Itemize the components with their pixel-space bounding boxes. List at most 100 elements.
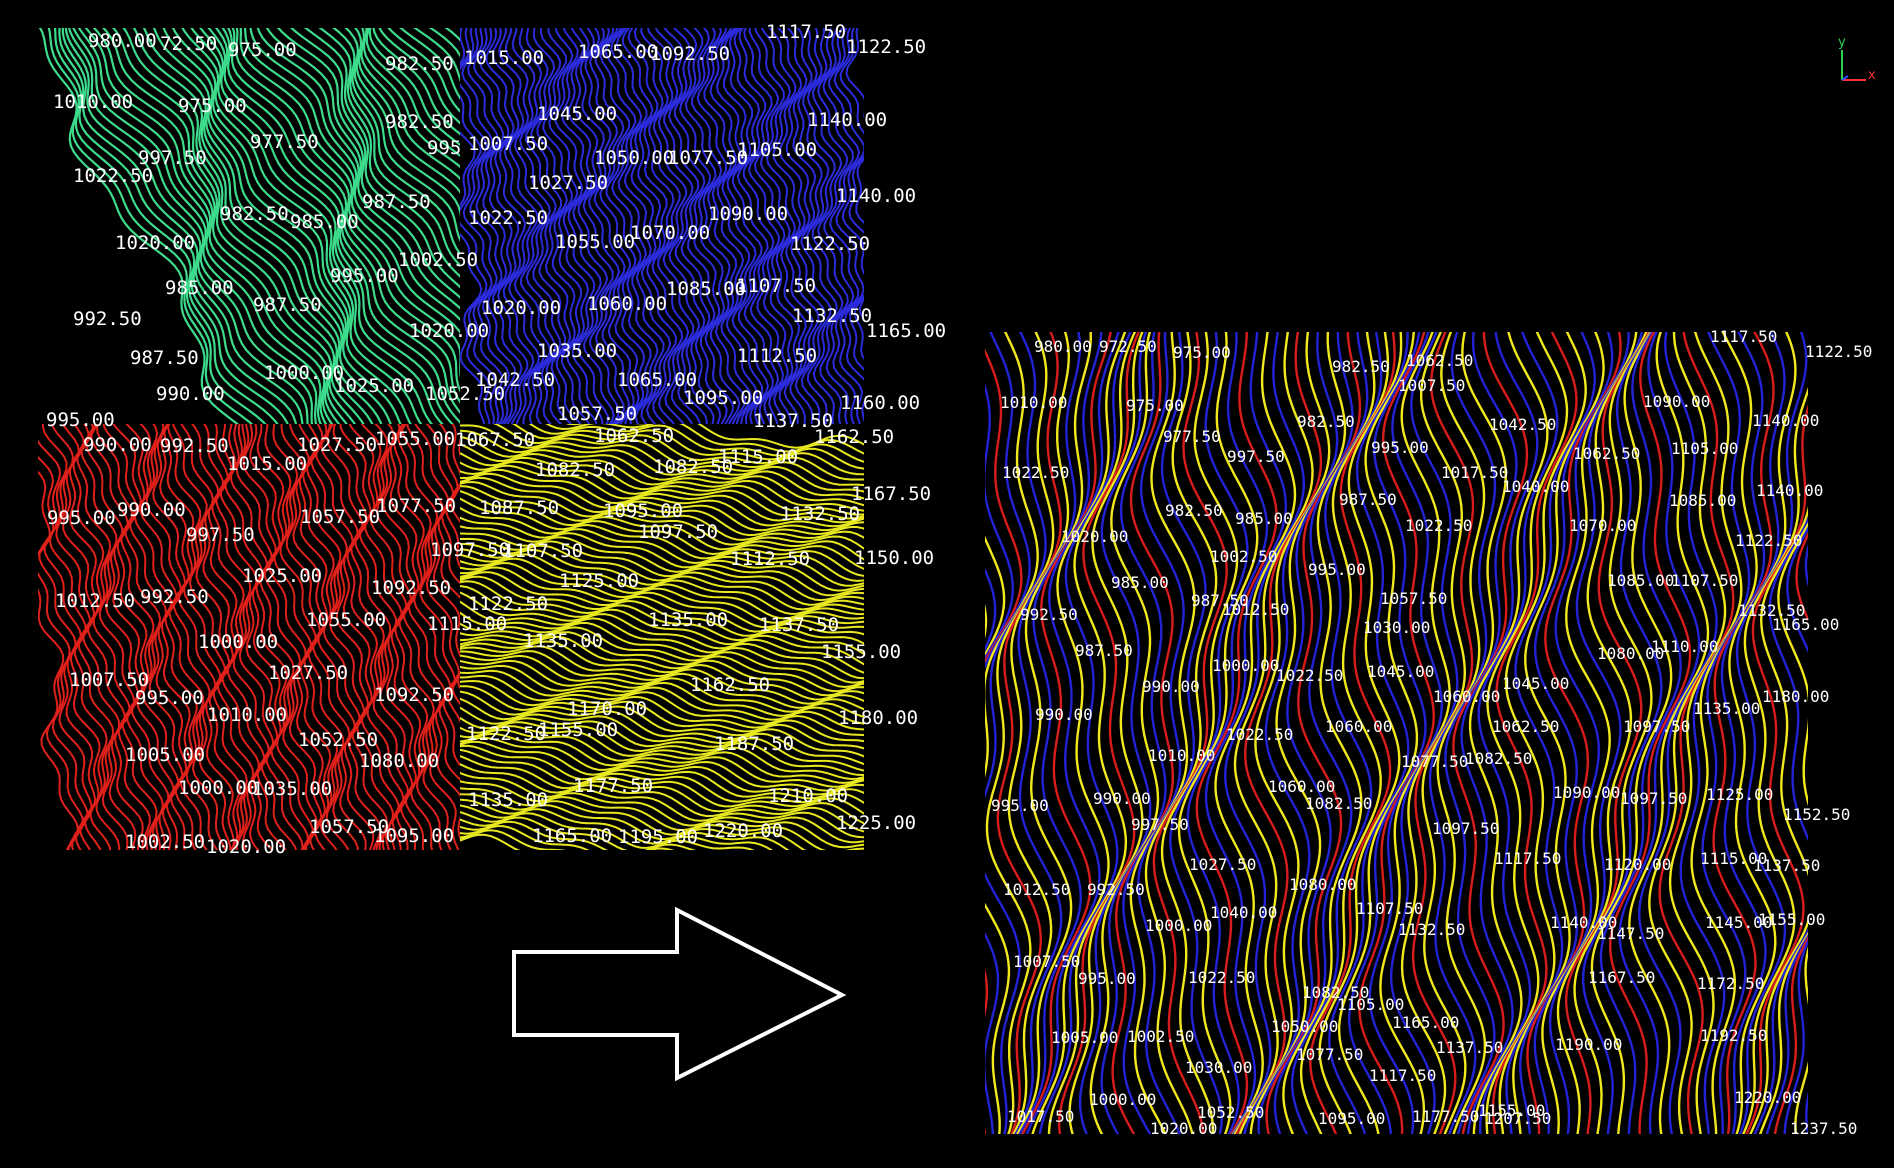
contour-label: 1125.00 <box>559 570 639 592</box>
contour-label: 1022.50 <box>1405 516 1472 535</box>
contour-label: 975.00 <box>1173 343 1231 362</box>
contour-label: 1092.50 <box>374 684 454 706</box>
contour-label: 1050.00 <box>594 147 674 169</box>
contour-label: 1112.50 <box>737 345 817 367</box>
contour-label: 1180.00 <box>1762 687 1829 706</box>
contour-label: 975.00 <box>228 39 297 61</box>
contour-label: 1055.00 <box>306 609 386 631</box>
contour-label: 1095.00 <box>1318 1109 1385 1128</box>
contour-label: 1015.00 <box>464 47 544 69</box>
contour-label: 1060.00 <box>587 293 667 315</box>
contour-label: 1120.00 <box>1604 855 1671 874</box>
contour-label: 1097.50 <box>1620 789 1687 808</box>
contour-label: 1010.00 <box>1000 393 1067 412</box>
contour-label: 1207.50 <box>1484 1109 1551 1128</box>
contour-label: 1140.00 <box>1752 411 1819 430</box>
contour-label: 1012.50 <box>55 590 135 612</box>
contour-label: 995.00 <box>1308 560 1366 579</box>
contour-label: 1117.50 <box>1494 849 1561 868</box>
contour-label: 1097.50 <box>430 539 510 561</box>
contour-label: 1092.50 <box>371 577 451 599</box>
contour-label: 1107.50 <box>1671 571 1738 590</box>
contour-label: 1045.00 <box>1502 674 1569 693</box>
contour-label: 1122.50 <box>1805 342 1872 361</box>
contour-label: 1165.00 <box>532 825 612 847</box>
contour-label: 1010.00 <box>1148 746 1215 765</box>
contour-label: 1040.00 <box>1502 477 1569 496</box>
contour-label: 982.50 <box>1165 501 1223 520</box>
contour-label: 1155.00 <box>1758 910 1825 929</box>
contour-label: 1020.00 <box>1150 1119 1217 1138</box>
contour-label: 1000.00 <box>1145 916 1212 935</box>
contour-label: 1177.50 <box>573 775 653 797</box>
contour-label: 1137.50 <box>1436 1038 1503 1057</box>
contour-label: 1187.50 <box>714 733 794 755</box>
contour-label: 1057.50 <box>300 506 380 528</box>
contour-label: 975.00 <box>1126 396 1184 415</box>
contour-label: 1005.00 <box>125 744 205 766</box>
contour-label: 1082.50 <box>1465 749 1532 768</box>
contour-label: 985.00 <box>165 277 234 299</box>
contour-label: 1147.50 <box>1597 924 1664 943</box>
contour-label: 1080.00 <box>359 750 439 772</box>
contour-label: 995.00 <box>46 409 115 431</box>
contour-label: 977.50 <box>250 131 319 153</box>
contour-label: 1165.00 <box>1392 1013 1459 1032</box>
contour-label: 72.50 <box>160 33 217 55</box>
contour-label: 1022.50 <box>73 165 153 187</box>
contour-label: 1000.00 <box>264 362 344 384</box>
contour-label: 992.50 <box>1020 605 1078 624</box>
contour-label: 987.50 <box>1339 490 1397 509</box>
contour-label: 1132.50 <box>1398 920 1465 939</box>
contour-label: 1077.50 <box>1401 752 1468 771</box>
contour-label: 1020.00 <box>206 836 286 858</box>
contour-label: 1105.00 <box>1337 995 1404 1014</box>
contour-label: 1002.50 <box>398 249 478 271</box>
contour-label: 980.00 <box>1034 337 1092 356</box>
contour-label: 1002.50 <box>125 831 205 853</box>
contour-label: 1035.00 <box>252 778 332 800</box>
contour-label: 1052.50 <box>298 729 378 751</box>
contour-label: 1095.00 <box>374 825 454 847</box>
contour-label: 1027.50 <box>268 662 348 684</box>
contour-label: 972.50 <box>1099 337 1157 356</box>
contour-label: 1027.50 <box>528 172 608 194</box>
contour-label: 1097.50 <box>1432 819 1499 838</box>
contour-label: 1132.50 <box>780 503 860 525</box>
contour-label: 1167.50 <box>851 483 931 505</box>
contour-label: 1092.50 <box>650 43 730 65</box>
contour-label: 1097.50 <box>638 521 718 543</box>
contour-label: 990.00 <box>1142 677 1200 696</box>
contour-label: 1122.50 <box>790 233 870 255</box>
contour-label: 1122.50 <box>846 36 926 58</box>
contour-label: 1117.50 <box>1369 1066 1436 1085</box>
contour-label: 1077.50 <box>376 495 456 517</box>
contour-label: 1155.00 <box>821 641 901 663</box>
contour-label: 1002.50 <box>1127 1027 1194 1046</box>
contour-label: 1042.50 <box>1489 415 1556 434</box>
contour-label: 987.50 <box>130 347 199 369</box>
contour-label: 1070.00 <box>1569 516 1636 535</box>
contour-label: 1087.50 <box>479 497 559 519</box>
contour-label: 1220.00 <box>703 820 783 842</box>
contour-label: 1007.50 <box>468 133 548 155</box>
contour-label: 1117.50 <box>1710 327 1777 346</box>
contour-label: 1137.50 <box>759 614 839 636</box>
contour-label: 1160.00 <box>840 392 920 414</box>
contour-label: 1135.00 <box>648 609 728 631</box>
contour-label: 1152.50 <box>1783 805 1850 824</box>
contour-label: 1005.00 <box>1051 1028 1118 1047</box>
contour-label: 1000.00 <box>198 631 278 653</box>
contour-label: 1070.00 <box>630 222 710 244</box>
contour-label: 1025.00 <box>334 375 414 397</box>
y-axis-label: y <box>1838 35 1846 50</box>
contour-label: 980.00 <box>88 30 157 52</box>
contour-label: 1177.50 <box>1412 1107 1479 1126</box>
x-axis-label: x <box>1868 68 1876 83</box>
contour-label: 1162.50 <box>690 674 770 696</box>
contour-label: 1020.00 <box>115 232 195 254</box>
contour-label: 985.00 <box>1235 509 1293 528</box>
contour-label: 1022.50 <box>1226 725 1293 744</box>
contour-label: 1237.50 <box>1790 1119 1857 1138</box>
contour-label: 990.00 <box>117 499 186 521</box>
